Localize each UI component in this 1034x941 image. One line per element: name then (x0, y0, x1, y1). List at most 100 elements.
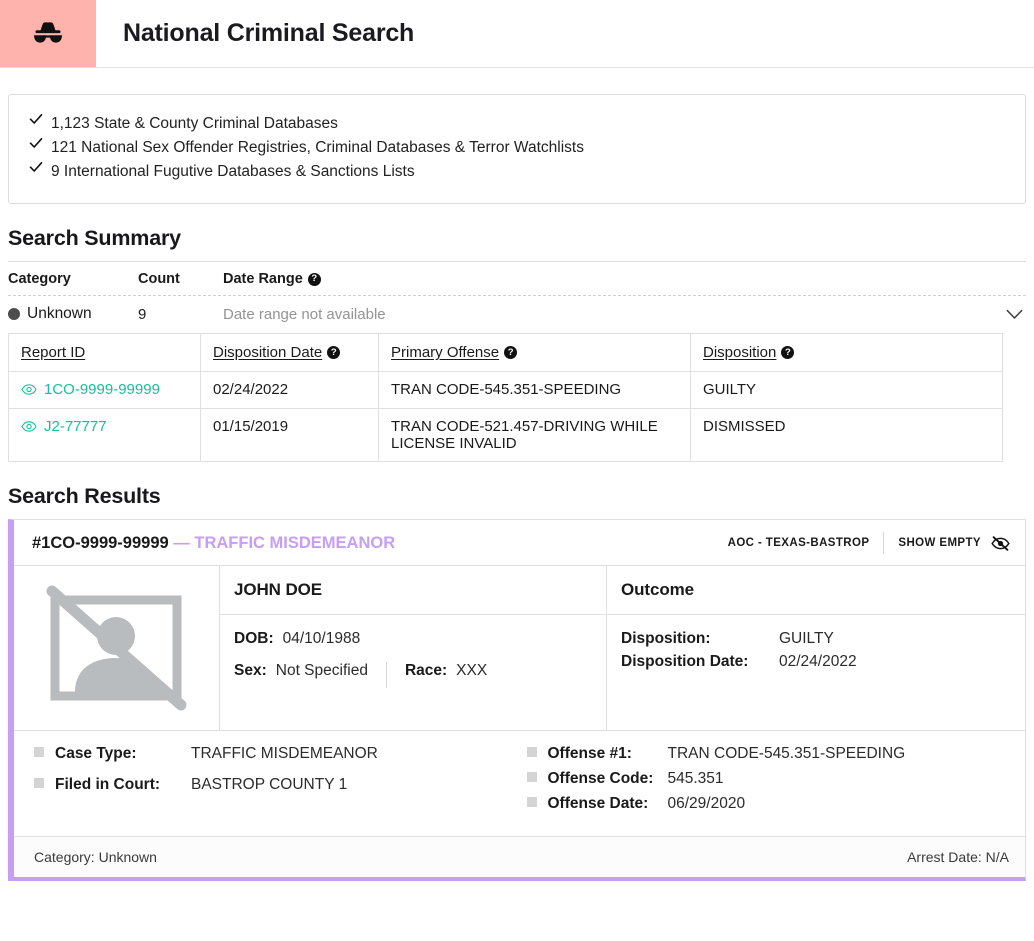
disposition-date-value: 02/24/2022 (779, 653, 857, 670)
person-column: JOHN DOE DOB: 04/10/1988 Sex: Not Specif… (220, 566, 607, 730)
check-icon (29, 112, 51, 126)
fact-key: Case Type: (55, 745, 137, 762)
sex-label: Sex: (234, 662, 267, 679)
result-card-body: JOHN DOE DOB: 04/10/1988 Sex: Not Specif… (14, 566, 1025, 730)
chevron-down-icon[interactable] (1002, 309, 1026, 320)
report-id-link[interactable]: J2-77777 (21, 418, 107, 435)
fact-value: TRAN CODE-545.351-SPEEDING (667, 745, 906, 762)
coverage-item-label: 9 International Fugutive Databases & San… (51, 163, 415, 180)
cell-disposition-date: 01/15/2019 (200, 408, 379, 462)
cell-report-id: 1CO-9999-99999 (8, 371, 201, 409)
race-label: Race: (404, 662, 448, 679)
disposition-row: Disposition: GUILTY (621, 630, 1011, 648)
report-id-value: J2-77777 (44, 418, 107, 435)
coverage-item: 121 National Sex Offender Registries, Cr… (29, 136, 1005, 160)
bullet-icon (34, 747, 44, 757)
check-icon (29, 136, 51, 150)
show-empty-label: SHOW EMPTY (898, 537, 981, 549)
fact-row: Case Type: TRAFFIC MISDEMEANOR (34, 745, 519, 763)
coverage-item-label: 121 National Sex Offender Registries, Cr… (51, 139, 584, 156)
no-image-icon (44, 582, 189, 714)
th-report-id[interactable]: Report ID (8, 333, 201, 372)
person-details: DOB: 04/10/1988 Sex: Not Specified Race:… (220, 615, 606, 730)
fact-row: Offense Date: 06/29/2020 (526, 795, 1012, 813)
summary-row-unknown[interactable]: Unknown 9 Date range not available (8, 296, 1026, 333)
coverage-item: 9 International Fugutive Databases & San… (29, 160, 1005, 184)
dob-value: 04/10/1988 (282, 630, 361, 647)
help-icon[interactable]: ? (504, 346, 518, 359)
th-primary-offense[interactable]: Primary Offense ? (378, 333, 691, 372)
disposition-date-row: Disposition Date: 02/24/2022 (621, 653, 1011, 671)
column-header-date-range-label: Date Range (223, 271, 303, 287)
help-icon[interactable]: ? (307, 272, 321, 286)
disposition-date-label: Disposition Date: (621, 653, 749, 670)
offense-type-label: TRAFFIC MISDEMEANOR (194, 533, 396, 552)
table-header-row: Report ID Disposition Date ? Primary Off… (8, 333, 1003, 372)
help-icon[interactable]: ? (781, 346, 795, 359)
fact-key: Offense Date: (547, 795, 649, 812)
dob-row: DOB: 04/10/1988 (234, 630, 592, 648)
bullet-icon (526, 747, 537, 757)
coverage-box: 1,123 State & County Criminal Databases … (8, 94, 1026, 204)
search-summary-section: Category Count Date Range ? Unknown 9 Da… (0, 261, 1034, 333)
summary-category-cell: Unknown (8, 305, 138, 323)
check-icon (29, 160, 51, 174)
result-card: #1CO-9999-99999 — TRAFFIC MISDEMEANOR AO… (8, 519, 1026, 881)
result-card-footer: Category: Unknown Arrest Date: N/A (14, 836, 1025, 877)
case-facts: Case Type: TRAFFIC MISDEMEANOR Filed in … (14, 730, 1025, 836)
th-disposition-date[interactable]: Disposition Date ? (200, 333, 379, 372)
disposition-value: GUILTY (779, 630, 834, 647)
field-divider (385, 662, 387, 688)
column-header-count: Count (138, 271, 180, 287)
source-label: AOC - TEXAS-BASTROP (727, 537, 870, 549)
search-summary-title: Search Summary (8, 226, 181, 250)
case-number: #1CO-9999-99999 (32, 533, 169, 552)
summary-table-header: Category Count Date Range ? (8, 261, 1026, 296)
summary-date-range-value: Date range not available (223, 305, 386, 323)
th-report-id-label: Report ID (21, 344, 86, 361)
person-name: JOHN DOE (220, 566, 606, 615)
column-header-date-range: Date Range ? (223, 271, 1026, 287)
fact-row: Filed in Court: BASTROP COUNTY 1 (34, 776, 519, 794)
th-primary-offense-label: Primary Offense (391, 344, 500, 361)
show-empty-toggle[interactable]: SHOW EMPTY (884, 535, 1011, 552)
outcome-column: Outcome Disposition: GUILTY Disposition … (607, 566, 1025, 730)
fact-key: Offense Code: (547, 770, 654, 787)
race-value: XXX (456, 662, 488, 679)
search-results-section: #1CO-9999-99999 — TRAFFIC MISDEMEANOR AO… (0, 519, 1034, 881)
summary-category-label: Unknown (27, 305, 92, 322)
brand-badge (0, 0, 96, 67)
result-card-title: #1CO-9999-99999 — TRAFFIC MISDEMEANOR (32, 534, 395, 553)
table-row: J2-77777 01/15/2019 TRAN CODE-521.457-DR… (8, 408, 1003, 462)
eye-slash-icon (990, 535, 1011, 552)
outcome-heading: Outcome (607, 566, 1025, 615)
help-icon[interactable]: ? (327, 346, 341, 359)
eye-icon (21, 421, 37, 432)
search-results-title: Search Results (8, 484, 161, 508)
fact-value: TRAFFIC MISDEMEANOR (191, 745, 378, 762)
summary-count-value: 9 (138, 305, 147, 323)
fact-key: Filed in Court: (55, 776, 161, 793)
cell-report-id: J2-77777 (8, 408, 201, 462)
fact-value: BASTROP COUNTY 1 (191, 776, 348, 793)
dob-label: DOB: (234, 630, 274, 647)
bullet-icon (34, 778, 44, 788)
fact-value: 06/29/2020 (667, 795, 746, 812)
case-facts-right: Offense #1: TRAN CODE-545.351-SPEEDING O… (519, 745, 1012, 820)
report-id-value: 1CO-9999-99999 (44, 381, 160, 398)
cell-primary-offense: TRAN CODE-521.457-DRIVING WHILE LICENSE … (378, 408, 691, 462)
th-disposition-date-label: Disposition Date (213, 344, 323, 361)
photo-column (14, 566, 220, 730)
bullet-icon (526, 772, 537, 782)
th-disposition[interactable]: Disposition ? (690, 333, 1003, 372)
cell-disposition: DISMISSED (690, 408, 1003, 462)
th-disposition-label: Disposition (703, 344, 777, 361)
app-header: National Criminal Search (0, 0, 1034, 68)
sex-value: Not Specified (275, 662, 368, 679)
title-dash: — (173, 533, 190, 552)
footer-arrest-date: Arrest Date: N/A (907, 849, 1009, 865)
header-title-wrap: National Criminal Search (96, 0, 414, 67)
report-id-link[interactable]: 1CO-9999-99999 (21, 381, 160, 398)
category-dot-icon (8, 308, 20, 320)
footer-category: Category: Unknown (34, 849, 157, 865)
